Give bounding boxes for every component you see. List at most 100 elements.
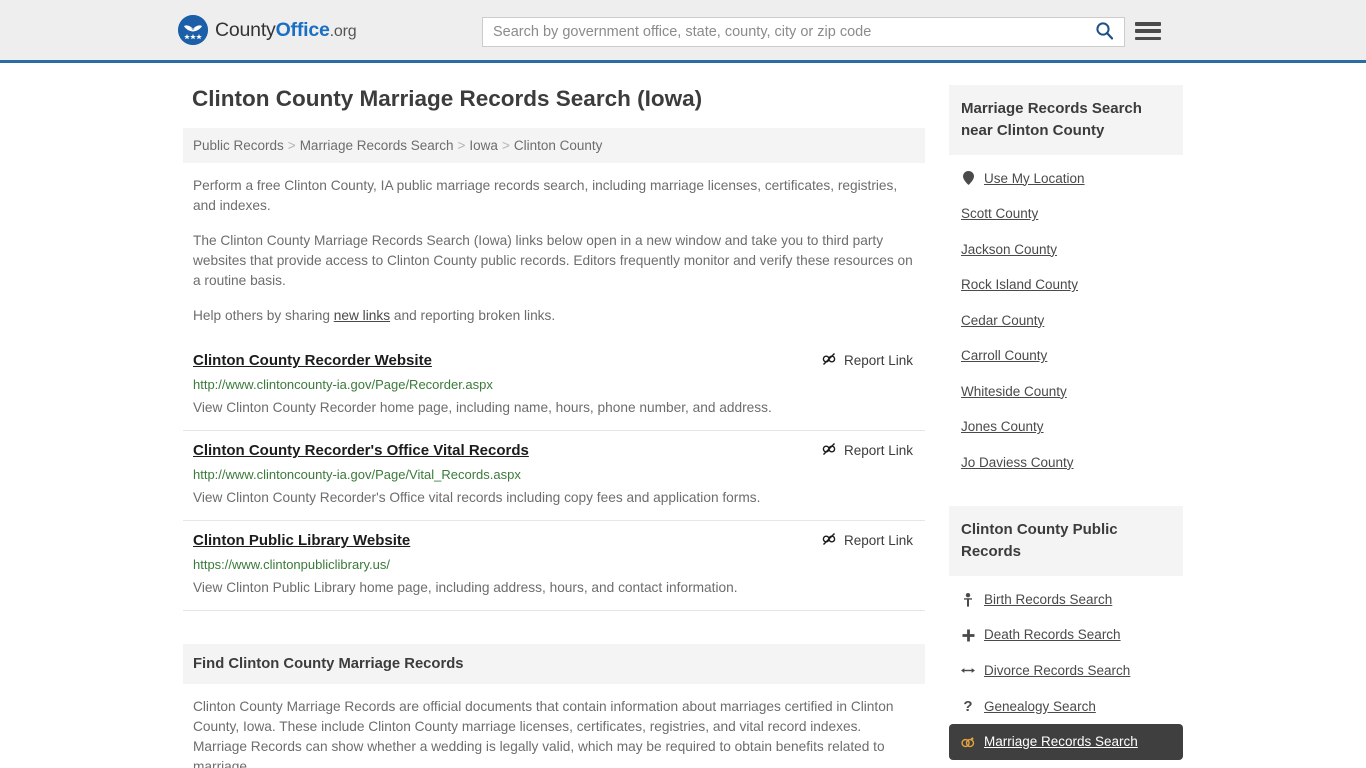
- hamburger-bar: [1135, 29, 1161, 33]
- sidebar-item-use-my-location[interactable]: Use My Location: [949, 161, 1183, 197]
- breadcrumb-item-public-records[interactable]: Public Records: [193, 138, 284, 153]
- sidebar-item-carroll-county[interactable]: Carroll County: [949, 338, 1183, 374]
- intro-paragraph-1: Perform a free Clinton County, IA public…: [193, 178, 898, 214]
- logo-text-org: .org: [329, 22, 357, 40]
- result-header: Clinton County Recorder Website Report L…: [193, 351, 915, 370]
- question-mark-icon: ?: [963, 697, 973, 715]
- breadcrumb-separator: >: [501, 138, 510, 154]
- broken-link-icon: [821, 531, 837, 550]
- logo-text-county: County: [215, 18, 276, 41]
- sidebar-public-records-list: Birth Records Search Death Records Searc…: [949, 576, 1183, 760]
- sidebar-link-label[interactable]: Jones County: [961, 418, 1044, 436]
- sidebar-item-birth-records-search[interactable]: Birth Records Search: [949, 582, 1183, 618]
- cross-icon: [961, 629, 975, 642]
- result-url: http://www.clintoncounty-ia.gov/Page/Rec…: [193, 377, 493, 393]
- breadcrumb-separator: >: [287, 138, 296, 154]
- find-records-section: Find Clinton County Marriage Records Cli…: [183, 644, 925, 768]
- logo-text-office: Office: [275, 18, 330, 41]
- intro-text: Perform a free Clinton County, IA public…: [183, 176, 925, 326]
- sidebar-link-label[interactable]: Rock Island County: [961, 276, 1078, 294]
- result-header: Clinton Public Library Website Report Li…: [193, 531, 915, 550]
- sidebar-link-label[interactable]: Scott County: [961, 205, 1038, 223]
- sidebar-link-label[interactable]: Divorce Records Search: [984, 662, 1130, 680]
- result-url: http://www.clintoncounty-ia.gov/Page/Vit…: [193, 467, 521, 483]
- result-header: Clinton County Recorder's Office Vital R…: [193, 441, 915, 460]
- report-link-label: Report Link: [843, 443, 913, 459]
- result-row: Clinton County Recorder's Office Vital R…: [183, 431, 925, 522]
- hamburger-menu-icon[interactable]: [1135, 20, 1161, 42]
- page-container: Clinton County Marriage Records Search (…: [183, 63, 1183, 768]
- sidebar-link-label[interactable]: Cedar County: [961, 312, 1044, 330]
- intro-paragraph-2: The Clinton County Marriage Records Sear…: [193, 233, 913, 289]
- search-icon: [1095, 21, 1114, 43]
- breadcrumb-item-marriage-records-search[interactable]: Marriage Records Search: [300, 138, 454, 153]
- result-row: Clinton Public Library Website Report Li…: [183, 521, 925, 612]
- sidebar-link-label[interactable]: Birth Records Search: [984, 591, 1112, 609]
- sidebar-item-genealogy-search[interactable]: ? Genealogy Search: [949, 689, 1183, 725]
- result-row: Clinton County Recorder Website Report L…: [183, 341, 925, 432]
- intro-p3-after: and reporting broken links.: [390, 308, 556, 324]
- hamburger-bar: [1135, 22, 1161, 26]
- rings-icon: [961, 736, 975, 748]
- two-way-arrow-icon: [961, 665, 975, 676]
- report-link-label: Report Link: [843, 533, 913, 549]
- result-description: View Clinton County Recorder home page, …: [193, 400, 772, 416]
- result-url: https://www.clintonpubliclibrary.us/: [193, 557, 391, 573]
- sidebar-item-rock-island-county[interactable]: Rock Island County: [949, 267, 1183, 303]
- intro-paragraph-3: Help others by sharing new links and rep…: [193, 306, 915, 326]
- find-records-paragraph: Clinton County Marriage Records are offi…: [193, 699, 894, 768]
- report-link-button[interactable]: Report Link: [821, 531, 913, 550]
- intro-p3-before: Help others by sharing: [193, 308, 334, 324]
- sidebar-link-label[interactable]: Genealogy Search: [984, 698, 1096, 716]
- sidebar-nearby-block: Marriage Records Search near Clinton Cou…: [949, 85, 1183, 480]
- results-list: Clinton County Recorder Website Report L…: [183, 341, 925, 612]
- result-title-link[interactable]: Clinton County Recorder's Office Vital R…: [193, 442, 529, 459]
- sidebar-link-label[interactable]: Use My Location: [984, 170, 1085, 188]
- sidebar-link-label[interactable]: Death Records Search: [984, 626, 1121, 644]
- find-records-heading: Find Clinton County Marriage Records: [183, 644, 925, 685]
- site-logo-text: CountyOffice.org: [215, 18, 357, 42]
- sidebar-link-label[interactable]: Whiteside County: [961, 383, 1067, 401]
- sidebar-item-divorce-records-search[interactable]: Divorce Records Search: [949, 653, 1183, 689]
- sidebar-nearby-heading: Marriage Records Search near Clinton Cou…: [949, 85, 1183, 155]
- main-content: Clinton County Marriage Records Search (…: [183, 85, 925, 768]
- eagle-shield-logo-icon: [178, 15, 208, 45]
- search-bar: [482, 17, 1125, 47]
- search-input[interactable]: [483, 18, 1084, 46]
- sidebar: Marriage Records Search near Clinton Cou…: [949, 85, 1183, 768]
- find-records-body: Clinton County Marriage Records are offi…: [183, 684, 925, 768]
- result-description: View Clinton Public Library home page, i…: [193, 580, 738, 596]
- header-inner: CountyOffice.org: [178, 0, 1183, 60]
- breadcrumb-item-clinton-county[interactable]: Clinton County: [514, 138, 603, 153]
- sidebar-item-scott-county[interactable]: Scott County: [949, 196, 1183, 232]
- sidebar-link-label[interactable]: Jo Daviess County: [961, 454, 1074, 472]
- sidebar-item-jackson-county[interactable]: Jackson County: [949, 232, 1183, 268]
- site-header: CountyOffice.org: [0, 0, 1366, 63]
- site-logo-link[interactable]: CountyOffice.org: [178, 15, 357, 45]
- baby-icon: [961, 592, 975, 607]
- report-link-button[interactable]: Report Link: [821, 351, 913, 370]
- report-link-button[interactable]: Report Link: [821, 441, 913, 460]
- sidebar-item-jones-county[interactable]: Jones County: [949, 409, 1183, 445]
- map-pin-icon: [961, 171, 975, 186]
- broken-link-icon: [821, 441, 837, 460]
- sidebar-item-marriage-records-search[interactable]: Marriage Records Search: [949, 724, 1183, 760]
- sidebar-link-label: Marriage Records Search: [984, 734, 1138, 750]
- sidebar-item-jo-daviess-county[interactable]: Jo Daviess County: [949, 445, 1183, 481]
- breadcrumb-item-iowa[interactable]: Iowa: [469, 138, 498, 153]
- sidebar-item-death-records-search[interactable]: Death Records Search: [949, 617, 1183, 653]
- search-button[interactable]: [1084, 18, 1124, 46]
- result-title-link[interactable]: Clinton Public Library Website: [193, 532, 410, 549]
- sidebar-link-label[interactable]: Jackson County: [961, 241, 1057, 259]
- result-description: View Clinton County Recorder's Office vi…: [193, 490, 761, 506]
- breadcrumb: Public Records > Marriage Records Search > I…: [183, 128, 925, 164]
- hamburger-bar: [1135, 36, 1161, 40]
- sidebar-item-whiteside-county[interactable]: Whiteside County: [949, 374, 1183, 410]
- breadcrumb-separator: >: [457, 138, 466, 154]
- result-title-link[interactable]: Clinton County Recorder Website: [193, 352, 432, 369]
- sidebar-link-label[interactable]: Carroll County: [961, 347, 1047, 365]
- new-links-link[interactable]: new links: [334, 308, 390, 323]
- sidebar-item-cedar-county[interactable]: Cedar County: [949, 303, 1183, 339]
- broken-link-icon: [821, 351, 837, 370]
- sidebar-public-records-block: Clinton County Public Records Birth Reco…: [949, 506, 1183, 760]
